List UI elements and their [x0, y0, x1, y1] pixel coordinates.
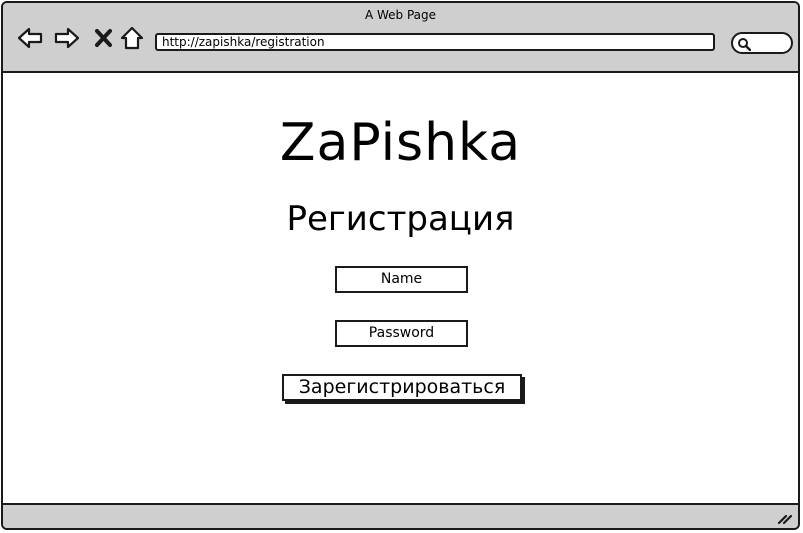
- page-content: ZaPishka Регистрация Name Password Зарег…: [3, 73, 798, 505]
- close-icon[interactable]: [91, 25, 117, 51]
- back-arrow-icon[interactable]: [17, 25, 43, 51]
- page-heading: Регистрация: [286, 199, 515, 239]
- browser-toolbar: A Web Page http://zapishka/registration: [3, 3, 798, 73]
- search-icon: [738, 38, 751, 51]
- password-field[interactable]: Password: [335, 320, 468, 347]
- forward-arrow-icon[interactable]: [54, 25, 80, 51]
- status-bar: [3, 503, 798, 528]
- app-title: ZaPishka: [279, 113, 522, 173]
- home-icon[interactable]: [119, 25, 145, 51]
- name-field[interactable]: Name: [335, 266, 468, 293]
- search-input[interactable]: [731, 32, 793, 54]
- register-button[interactable]: Зарегистрироваться: [282, 374, 522, 401]
- address-bar[interactable]: http://zapishka/registration: [155, 33, 715, 51]
- resize-grip-icon[interactable]: [776, 509, 792, 525]
- browser-window: A Web Page http://zapishka/registration: [1, 1, 800, 530]
- window-title: A Web Page: [364, 8, 437, 22]
